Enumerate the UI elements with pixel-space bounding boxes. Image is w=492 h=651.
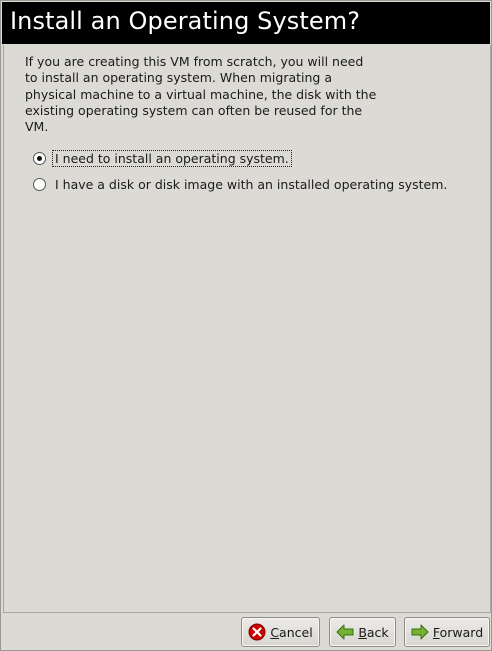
forward-button[interactable]: Forward <box>404 617 490 647</box>
forward-arrow-icon <box>411 624 429 640</box>
radio-install-os[interactable] <box>33 151 46 165</box>
cancel-icon <box>248 623 266 641</box>
radio-existing-disk[interactable] <box>33 177 46 191</box>
existing-disk-label[interactable]: I have a disk or disk image with an inst… <box>53 177 449 192</box>
forward-label: Forward <box>432 624 484 640</box>
install-os-wizard: Install an Operating System? If you are … <box>0 0 492 651</box>
wizard-content: If you are creating this VM from scratch… <box>3 45 491 613</box>
wizard-header: Install an Operating System? <box>2 2 490 44</box>
existing-disk-option[interactable]: I have a disk or disk image with an inst… <box>33 175 449 193</box>
intro-text: If you are creating this VM from scratch… <box>25 54 377 135</box>
cancel-label: Cancel <box>270 624 313 640</box>
back-label: Back <box>358 624 389 640</box>
install-os-option[interactable]: I need to install an operating system. <box>33 149 292 167</box>
page-title: Install an Operating System? <box>10 7 361 35</box>
back-button[interactable]: Back <box>329 617 396 647</box>
cancel-button[interactable]: Cancel <box>241 617 320 647</box>
back-arrow-icon <box>336 624 354 640</box>
install-os-label[interactable]: I need to install an operating system. <box>52 149 292 167</box>
button-bar: Cancel Back Forward <box>1 613 491 650</box>
